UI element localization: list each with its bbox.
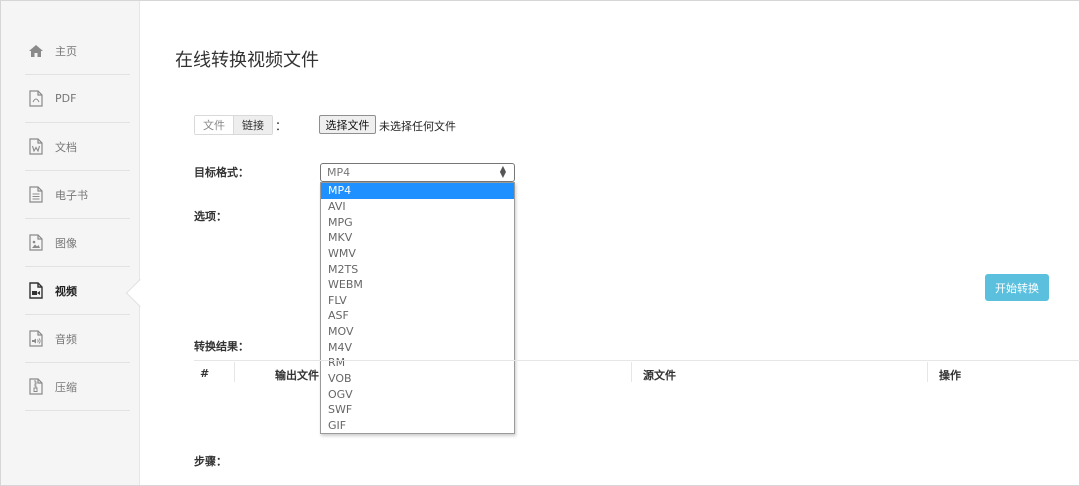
start-convert-button[interactable]: 开始转换 xyxy=(985,274,1049,301)
format-option[interactable]: MOV xyxy=(321,324,514,340)
column-header-index: # xyxy=(200,367,210,380)
sidebar-item-label: 电子书 xyxy=(55,188,88,202)
column-divider xyxy=(631,362,632,382)
select-arrows-icon: ▲ ▼ xyxy=(499,164,506,179)
format-option[interactable]: AVI xyxy=(321,199,514,215)
format-option[interactable]: MPG xyxy=(321,214,514,230)
file-status-text: 未选择任何文件 xyxy=(379,120,456,133)
format-option[interactable]: WEBM xyxy=(321,277,514,293)
format-option[interactable]: M2TS xyxy=(321,261,514,277)
image-file-icon xyxy=(27,234,45,252)
format-option[interactable]: M4V xyxy=(321,339,514,355)
results-label: 转换结果： xyxy=(194,340,249,353)
options-label: 选项： xyxy=(194,210,227,223)
sidebar-item-pdf[interactable]: PDF xyxy=(25,75,130,123)
column-header-action: 操作 xyxy=(939,369,961,382)
sidebar-item-label: 文档 xyxy=(55,140,77,154)
source-tabs: 文件 链接 xyxy=(194,115,273,135)
format-option[interactable]: SWF xyxy=(321,402,514,418)
sidebar-item-label: 压缩 xyxy=(55,380,77,394)
sidebar-item-image[interactable]: 图像 xyxy=(25,219,130,267)
sidebar-item-label: 图像 xyxy=(55,236,77,250)
archive-file-icon xyxy=(27,378,45,396)
audio-file-icon xyxy=(27,330,45,348)
pdf-file-icon xyxy=(27,90,45,108)
source-colon: ： xyxy=(275,119,288,133)
word-document-icon xyxy=(27,138,45,156)
sidebar-item-archive[interactable]: 压缩 xyxy=(25,363,130,411)
page-title: 在线转换视频文件 xyxy=(175,50,319,71)
sidebar-item-video[interactable]: 视频 xyxy=(25,267,130,315)
format-option[interactable]: FLV xyxy=(321,292,514,308)
target-format-select[interactable]: MP4 ▲ ▼ xyxy=(320,163,515,182)
tab-file[interactable]: 文件 xyxy=(195,116,233,134)
choose-file-button[interactable]: 选择文件 xyxy=(319,115,376,134)
sidebar-item-label: 主页 xyxy=(55,44,77,58)
sidebar-item-ebook[interactable]: 电子书 xyxy=(25,171,130,219)
home-icon xyxy=(27,42,45,60)
sidebar-item-document[interactable]: 文档 xyxy=(25,123,130,171)
video-file-icon xyxy=(27,282,45,300)
tab-link[interactable]: 链接 xyxy=(233,116,272,134)
column-header-output: 输出文件 xyxy=(275,369,319,382)
sidebar-item-label: 视频 xyxy=(55,284,77,298)
sidebar-item-audio[interactable]: 音频 xyxy=(25,315,130,363)
sidebar-item-label: PDF xyxy=(55,92,77,105)
column-divider xyxy=(234,362,235,382)
results-table-header: # 输出文件 源文件 操作 xyxy=(194,360,1080,386)
select-value: MP4 xyxy=(327,166,351,179)
sidebar-item-label: 音频 xyxy=(55,332,77,346)
ebook-icon xyxy=(27,186,45,204)
column-header-source: 源文件 xyxy=(643,369,676,382)
format-option[interactable]: OGV xyxy=(321,386,514,402)
target-format-label: 目标格式： xyxy=(194,166,249,179)
format-option[interactable]: MKV xyxy=(321,230,514,246)
steps-label: 步骤： xyxy=(194,455,227,468)
format-dropdown-list: MP4 AVI MPG MKV WMV M2TS WEBM FLV ASF MO… xyxy=(320,182,515,434)
format-option[interactable]: GIF xyxy=(321,418,514,434)
page-frame xyxy=(0,0,1080,486)
column-divider xyxy=(927,362,928,382)
format-option[interactable]: MP4 xyxy=(321,183,514,199)
format-option[interactable]: WMV xyxy=(321,246,514,262)
format-option[interactable]: ASF xyxy=(321,308,514,324)
sidebar: 主页 PDF 文档 电子书 图像 视频 音频 压缩 xyxy=(1,1,140,485)
sidebar-item-home[interactable]: 主页 xyxy=(25,27,130,75)
